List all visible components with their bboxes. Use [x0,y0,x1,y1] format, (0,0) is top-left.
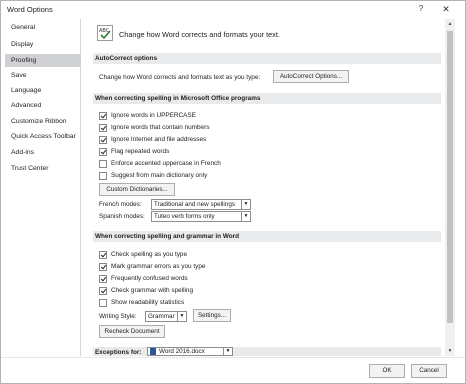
check-grammar-with-spelling-checkbox[interactable] [99,287,107,295]
chevron-down-icon: ▼ [223,348,232,355]
frequently-confused-words-checkbox[interactable] [99,275,107,283]
spanish-modes-dropdown[interactable]: Tuteo verb forms only ▼ [151,211,251,222]
ignore-uppercase-checkbox[interactable] [99,112,107,120]
section-autocorrect: AutoCorrect options [93,53,441,64]
flag-repeated-words-checkbox[interactable] [99,148,107,156]
ignore-uppercase-label: Ignore words in UPPERCASE [111,112,196,119]
dialog-footer: OK Cancel [1,357,465,383]
close-button[interactable]: ✕ [440,3,452,15]
sidebar-item-quick-access-toolbar[interactable]: Quick Access Toolbar [5,130,81,143]
ignore-internet-addresses-checkbox[interactable] [99,136,107,144]
custom-dictionaries-button[interactable]: Custom Dictionaries... [99,183,175,196]
exceptions-label: Exceptions for: [95,349,142,356]
sidebar-item-proofing[interactable]: Proofing [5,54,81,67]
flag-repeated-words-label: Flag repeated words [111,148,170,155]
mark-grammar-errors-checkbox[interactable] [99,263,107,271]
sidebar-item-general[interactable]: General [5,21,81,34]
show-readability-statistics-checkbox[interactable] [99,299,107,307]
sidebar-item-save[interactable]: Save [5,69,81,82]
exceptions-document-dropdown[interactable]: Word 2016.docx ▼ [147,347,233,356]
sidebar-item-display[interactable]: Display [5,38,81,51]
proofing-panel: ABC Change how Word corrects and formats… [87,19,445,356]
enforce-accented-uppercase-label: Enforce accented uppercase in French [111,160,221,167]
suggest-main-dictionary-label: Suggest from main dictionary only [111,172,208,179]
french-modes-value: Traditional and new spellings [154,201,235,208]
exceptions-document-value: Word 2016.docx [159,348,205,356]
section-word-spelling: When correcting spelling and grammar in … [93,231,441,242]
sidebar-item-add-ins[interactable]: Add-ins [5,146,81,159]
chevron-down-icon: ▼ [241,200,250,209]
spanish-modes-value: Tuteo verb forms only [154,213,215,220]
dialog-title: Word Options [7,5,53,14]
french-modes-label: French modes: [99,201,142,208]
section-exceptions: Exceptions for: [93,347,441,356]
sidebar-item-language[interactable]: Language [5,84,81,97]
check-grammar-with-spelling-label: Check grammar with spelling [111,287,194,294]
scroll-thumb[interactable] [447,31,453,323]
check-spelling-as-you-type-checkbox[interactable] [99,251,107,259]
help-button[interactable]: ? [415,3,427,15]
scroll-down-icon[interactable]: ▼ [445,346,455,356]
ok-button[interactable]: OK [369,364,405,378]
sidebar-item-trust-center[interactable]: Trust Center [5,162,81,175]
writing-style-value: Grammar [148,313,175,320]
chevron-down-icon: ▼ [177,312,186,321]
section-office-spelling: When correcting spelling in Microsoft Of… [93,93,441,104]
writing-style-dropdown[interactable]: Grammar ▼ [145,311,187,322]
scroll-up-icon[interactable]: ▲ [445,19,455,29]
writing-style-label: Writing Style: [99,313,137,320]
recheck-document-button[interactable]: Recheck Document [99,325,165,338]
ignore-numbers-checkbox[interactable] [99,124,107,132]
show-readability-statistics-label: Show readability statistics [111,299,185,306]
abc-spellcheck-icon: ABC [97,25,113,41]
mark-grammar-errors-label: Mark grammar errors as you type [111,263,206,270]
ignore-numbers-label: Ignore words that contain numbers [111,124,210,131]
title-bar: Word Options ? ✕ [1,1,465,17]
autocorrect-options-button[interactable]: AutoCorrect Options... [273,70,349,83]
spanish-modes-label: Spanish modes: [99,213,145,220]
cancel-button[interactable]: Cancel [411,364,447,378]
chevron-down-icon: ▼ [241,212,250,221]
frequently-confused-words-label: Frequently confused words [111,275,188,282]
suggest-main-dictionary-checkbox[interactable] [99,172,107,180]
page-description: Change how Word corrects and formats you… [119,30,280,39]
word-document-icon [150,348,156,355]
check-spelling-as-you-type-label: Check spelling as you type [111,251,188,258]
french-modes-dropdown[interactable]: Traditional and new spellings ▼ [151,199,251,210]
word-options-dialog: Word Options ? ✕ General Display Proofin… [0,0,466,384]
sidebar-item-advanced[interactable]: Advanced [5,99,81,112]
enforce-accented-uppercase-checkbox[interactable] [99,160,107,168]
ignore-internet-addresses-label: Ignore Internet and file addresses [111,136,207,143]
sidebar-nav: General Display Proofing Save Language A… [5,19,81,356]
autocorrect-description: Change how Word corrects and formats tex… [99,74,261,81]
settings-button[interactable]: Settings... [193,309,231,322]
sidebar-item-customize-ribbon[interactable]: Customize Ribbon [5,115,81,128]
vertical-scrollbar[interactable]: ▲ ▼ [445,19,455,356]
